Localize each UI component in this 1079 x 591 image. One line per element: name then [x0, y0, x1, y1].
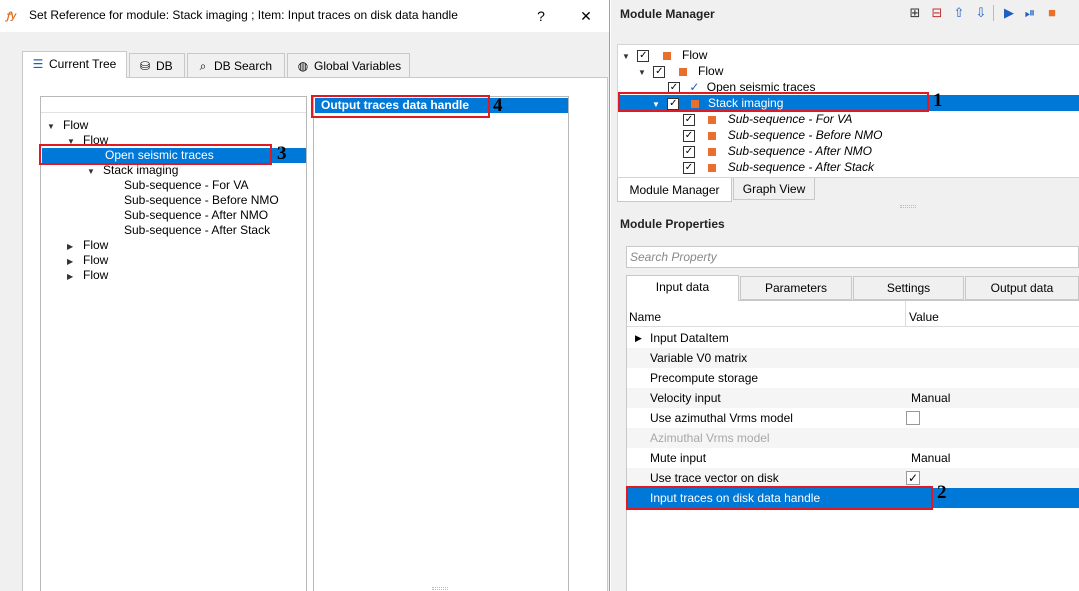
tree-item-subsequence[interactable]: Sub-sequence - After Stack: [124, 223, 270, 238]
highlight-box: [618, 92, 929, 112]
module-checkbox[interactable]: ✓: [683, 129, 695, 142]
tab-graph-view[interactable]: Graph View: [733, 178, 815, 200]
property-row[interactable]: Use azimuthal Vrms model: [627, 408, 1079, 428]
highlight-box: [39, 144, 272, 165]
tree-item-subsequence[interactable]: Sub-sequence - For VA: [124, 178, 249, 193]
property-row[interactable]: Mute input Manual: [627, 448, 1079, 468]
module-row-flow[interactable]: ▼ ✓ Flow: [618, 63, 1079, 79]
run-icon[interactable]: ▶: [1000, 4, 1018, 22]
reference-list[interactable]: Output traces data handle: [313, 96, 569, 591]
add-module-icon[interactable]: ⊞: [906, 4, 924, 22]
module-square-icon: [708, 147, 717, 156]
tab-db-search[interactable]: ⌕ DB Search: [187, 53, 285, 78]
property-grid-header: Name Value: [627, 301, 1079, 327]
property-value[interactable]: Manual: [911, 448, 950, 468]
tree-icon: ☰: [32, 57, 44, 71]
module-checkbox[interactable]: ✓: [683, 113, 695, 126]
tab-global-variables[interactable]: ◍ Global Variables: [287, 53, 410, 78]
tree-item-flow[interactable]: ▶ Flow: [67, 253, 108, 268]
tab-module-manager[interactable]: Module Manager: [617, 178, 732, 202]
tree-item-flow[interactable]: ▼ Flow: [47, 118, 88, 133]
collapsed-arrow-icon: ▶: [67, 272, 74, 281]
column-divider: [905, 301, 906, 327]
property-grid: Name Value ▶ Input DataItem Variable V0 …: [626, 300, 1079, 591]
collapsed-arrow-icon: ▶: [635, 333, 642, 343]
tree-header: [41, 97, 306, 113]
module-square-icon: [708, 115, 717, 124]
splitter-grip[interactable]: [900, 205, 916, 208]
module-row-subsequence[interactable]: ✓ Sub-sequence - After NMO: [618, 143, 1079, 159]
marker-label: 3: [277, 143, 287, 164]
database-icon: ⛁: [139, 59, 151, 73]
search-property-input[interactable]: Search Property: [626, 246, 1079, 268]
marker-label: 2: [937, 482, 947, 503]
marker-label: 1: [933, 90, 943, 111]
module-manager-title: Module Manager: [620, 7, 715, 21]
module-square-icon: [708, 131, 717, 140]
toolbar-separator: [993, 5, 994, 21]
marker-label: 4: [493, 95, 503, 116]
tab-current-tree[interactable]: ☰ Current Tree: [22, 51, 127, 78]
run-step-icon[interactable]: ⏯: [1021, 4, 1039, 22]
module-row-subsequence[interactable]: ✓ Sub-sequence - For VA: [618, 111, 1079, 127]
help-button[interactable]: ?: [526, 4, 556, 28]
property-row[interactable]: Velocity input Manual: [627, 388, 1079, 408]
remove-module-icon[interactable]: ⊟: [928, 4, 946, 22]
column-header-value[interactable]: Value: [909, 310, 939, 324]
tab-input-data[interactable]: Input data: [626, 275, 739, 301]
property-value[interactable]: Manual: [911, 388, 950, 408]
current-tree-view[interactable]: ▼ Flow ▼ Flow Open seismic traces ▼ Stack i…: [40, 96, 307, 591]
module-checkbox[interactable]: ✓: [683, 161, 695, 174]
collapsed-arrow-icon: ▶: [67, 242, 74, 251]
property-row[interactable]: Use trace vector on disk ✓: [627, 468, 1079, 488]
close-button[interactable]: ✕: [571, 4, 601, 28]
module-checkbox[interactable]: ✓: [637, 49, 650, 62]
globe-icon: ◍: [297, 59, 309, 73]
tree-item-subsequence[interactable]: Sub-sequence - Before NMO: [124, 193, 279, 208]
set-reference-dialog: ꝭy Set Reference for module: Stack imagi…: [0, 0, 610, 591]
highlight-box: [626, 486, 933, 510]
module-row-subsequence[interactable]: ✓ Sub-sequence - After Stack: [618, 159, 1079, 175]
move-down-icon[interactable]: ⇩: [972, 4, 990, 22]
tab-settings[interactable]: Settings: [853, 276, 964, 300]
module-square-icon: [708, 163, 717, 172]
module-checkbox[interactable]: ✓: [683, 145, 695, 158]
move-up-icon[interactable]: ⇧: [950, 4, 968, 22]
expanded-arrow-icon: ▼: [87, 167, 95, 176]
dialog-titlebar: ꝭy Set Reference for module: Stack imagi…: [0, 0, 609, 32]
tab-db[interactable]: ⛁ DB: [129, 53, 185, 78]
tab-output-data[interactable]: Output data: [965, 276, 1079, 300]
dialog-title: Set Reference for module: Stack imaging …: [29, 8, 458, 22]
highlight-box: [311, 95, 490, 118]
property-row[interactable]: Variable V0 matrix: [627, 348, 1079, 368]
module-properties-title: Module Properties: [620, 217, 725, 231]
tree-item-stack-imaging[interactable]: ▼ Stack imaging: [87, 163, 178, 178]
property-row: Azimuthal Vrms model: [627, 428, 1079, 448]
collapsed-arrow-icon: ▶: [67, 257, 74, 266]
column-header-name[interactable]: Name: [629, 310, 661, 324]
tree-item-flow[interactable]: ▶ Flow: [67, 268, 108, 283]
tree-item-flow[interactable]: ▶ Flow: [67, 238, 108, 253]
module-square-icon: [662, 51, 671, 60]
module-row-flow[interactable]: ▼ ✓ Flow: [618, 47, 1079, 63]
stop-icon[interactable]: ■: [1043, 4, 1061, 22]
use-trace-vector-checkbox[interactable]: ✓: [906, 471, 920, 485]
property-row[interactable]: ▶ Input DataItem: [627, 328, 1079, 348]
tab-parameters[interactable]: Parameters: [740, 276, 852, 300]
module-square-icon: [678, 67, 687, 76]
tree-item-subsequence[interactable]: Sub-sequence - After NMO: [124, 208, 268, 223]
search-icon: ⌕: [199, 59, 207, 73]
app-logo-icon: ꝭy: [6, 11, 17, 22]
splitter-grip[interactable]: [432, 587, 448, 590]
property-row[interactable]: Precompute storage: [627, 368, 1079, 388]
module-row-subsequence[interactable]: ✓ Sub-sequence - Before NMO: [618, 127, 1079, 143]
use-azimuthal-checkbox[interactable]: [906, 411, 920, 425]
module-checkbox[interactable]: ✓: [653, 65, 666, 78]
expanded-arrow-icon: ▼: [47, 122, 55, 131]
